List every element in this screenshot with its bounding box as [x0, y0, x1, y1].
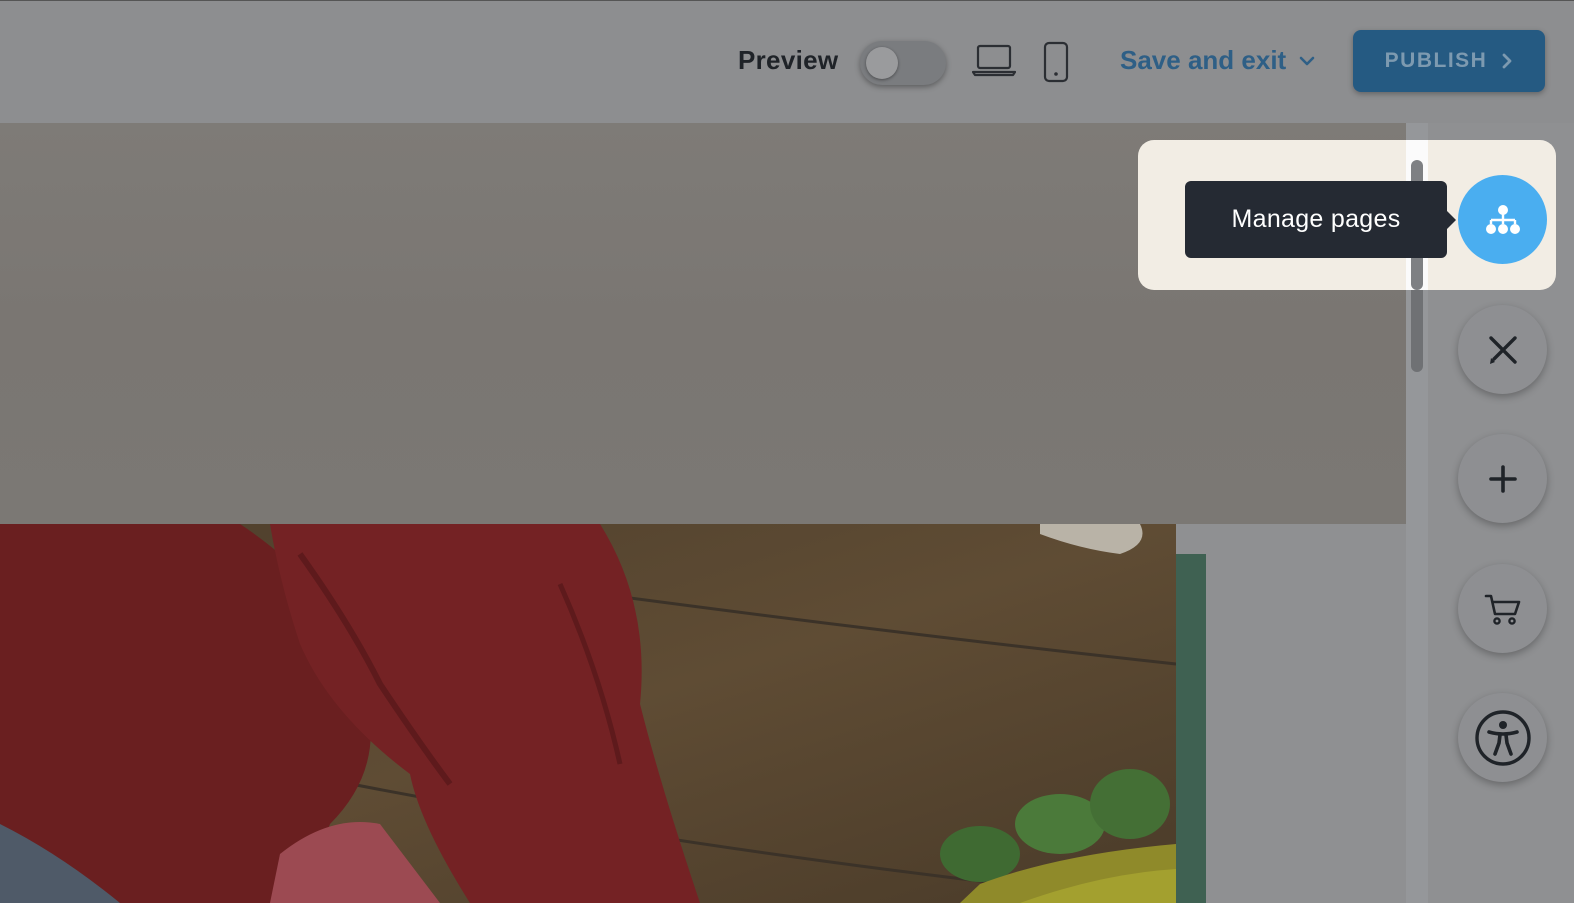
accessibility-icon — [1474, 709, 1531, 766]
manage-pages-button[interactable] — [1458, 175, 1547, 264]
mobile-view-icon[interactable] — [1042, 41, 1070, 83]
save-and-exit-label: Save and exit — [1120, 45, 1287, 75]
chevron-down-icon — [1299, 56, 1315, 65]
preview-toggle[interactable] — [860, 41, 946, 85]
publish-label: PUBLISH — [1384, 49, 1488, 72]
design-tools-button[interactable] — [1458, 305, 1547, 394]
save-and-exit-button[interactable]: Save and exit — [1120, 45, 1316, 76]
accessibility-button[interactable] — [1458, 693, 1547, 782]
editor-toolbar: Preview Save and exit PUBLISH — [0, 0, 1574, 123]
store-button[interactable] — [1458, 564, 1547, 653]
sitemap-icon — [1485, 204, 1520, 234]
preview-label: Preview — [738, 45, 839, 75]
tools-icon — [1488, 335, 1517, 364]
canvas-background — [1206, 554, 1406, 903]
publish-button[interactable]: PUBLISH — [1353, 30, 1545, 92]
accent-green-strip — [1176, 554, 1206, 903]
toggle-knob — [866, 47, 898, 79]
canvas-background — [1176, 524, 1406, 554]
gardening-photo-image — [0, 524, 1176, 903]
manage-pages-tooltip: Manage pages — [1185, 181, 1456, 258]
tooltip-text: Manage pages — [1231, 205, 1401, 233]
add-section-button[interactable] — [1458, 434, 1547, 523]
hero-photo[interactable] — [0, 524, 1176, 903]
chevron-right-icon — [1502, 53, 1512, 69]
cart-icon — [1484, 594, 1520, 625]
desktop-view-icon[interactable] — [972, 43, 1016, 77]
plus-icon — [1488, 464, 1517, 493]
